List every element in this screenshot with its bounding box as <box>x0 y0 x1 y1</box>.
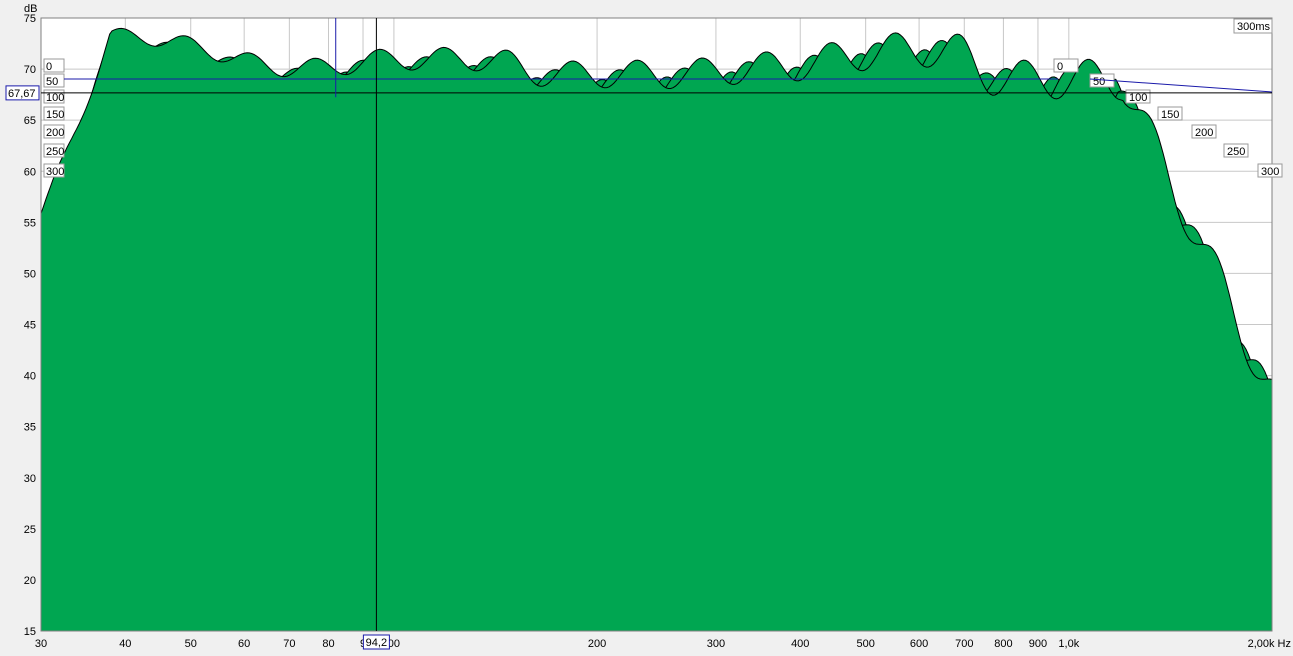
time-tick-left: 150 <box>43 106 65 121</box>
x-tick-label: 900 <box>1029 638 1047 650</box>
time-tick-label: 200 <box>1195 127 1213 139</box>
x-tick-label: 400 <box>791 638 809 650</box>
cursor-x-text: 94,2 <box>366 637 387 649</box>
y-tick-label: 30 <box>24 473 36 485</box>
x-tick-label: 30 <box>35 638 47 650</box>
time-tick-label: 50 <box>46 76 58 88</box>
x-tick-label: 700 <box>955 638 973 650</box>
y-tick-label: 45 <box>24 320 36 332</box>
time-tick-left: 200 <box>43 124 65 139</box>
time-tick-label: 0 <box>46 61 52 73</box>
time-tick-label: 300 <box>46 166 64 178</box>
time-tick-right: 150 <box>1157 106 1183 121</box>
time-tick-left: 100 <box>43 89 65 104</box>
y-tick-label: 65 <box>24 115 36 127</box>
time-tick-right: 0 <box>1053 58 1079 73</box>
time-tick-label: 50 <box>1093 76 1105 88</box>
time-tick-right: 300 <box>1257 163 1283 178</box>
x-tick-label: 60 <box>238 638 250 650</box>
waterfall-chart: 0 0 50 50 100 100 150 150 200 200 250 250 300 300 300m… <box>0 0 1293 651</box>
y-tick-label: 60 <box>24 166 36 178</box>
x-tick-label: 70 <box>283 638 295 650</box>
time-tick-label: 100 <box>1129 92 1147 104</box>
cursor-x-readout: 94,2 <box>362 634 390 650</box>
cursor-y-readout: 67,67 <box>5 85 40 101</box>
time-tick-left: 300 <box>43 163 65 178</box>
y-tick-label: 35 <box>24 422 36 434</box>
x-tick-label: 80 <box>322 638 334 650</box>
time-tick-left: 0 <box>43 58 65 73</box>
cursor-y-text: 67,67 <box>8 88 36 100</box>
time-tick-left: 250 <box>43 143 65 158</box>
y-tick-label: 20 <box>24 575 36 587</box>
y-tick-label: 40 <box>24 371 36 383</box>
x-tick-label: 50 <box>185 638 197 650</box>
time-tick-label: 100 <box>46 92 64 104</box>
x-tick-label: 500 <box>856 638 874 650</box>
y-tick-label: 15 <box>24 626 36 638</box>
time-tick-label: 150 <box>46 109 64 121</box>
y-tick-label: 70 <box>24 64 36 76</box>
x-tick-label: 800 <box>994 638 1012 650</box>
time-axis-label: 300ms <box>1233 18 1273 34</box>
x-tick-label: 300 <box>707 638 725 650</box>
time-tick-label: 150 <box>1161 109 1179 121</box>
x-tick-label: 40 <box>119 638 131 650</box>
x-tick-label: 200 <box>588 638 606 650</box>
time-axis-text: 300ms <box>1237 21 1271 33</box>
y-tick-label: 75 <box>24 13 36 25</box>
x-tick-label: 2,00k Hz <box>1248 638 1291 650</box>
time-tick-right: 250 <box>1223 143 1249 158</box>
x-tick-label: 600 <box>910 638 928 650</box>
time-tick-right: 200 <box>1191 124 1217 139</box>
waterfall-plot[interactable]: 0 0 50 50 100 100 150 150 200 200 250 250 300 300 300m… <box>0 0 1293 651</box>
y-tick-label: 25 <box>24 524 36 536</box>
time-tick-label: 0 <box>1057 61 1063 73</box>
time-tick-right: 100 <box>1125 89 1151 104</box>
y-tick-label: 50 <box>24 268 36 280</box>
time-tick-label: 250 <box>1227 146 1245 158</box>
time-tick-left: 50 <box>43 73 65 88</box>
time-tick-label: 300 <box>1261 166 1279 178</box>
x-tick-label: 1,0k <box>1058 638 1079 650</box>
time-tick-label: 250 <box>46 146 64 158</box>
time-tick-right: 50 <box>1089 73 1115 88</box>
time-tick-label: 200 <box>46 127 64 139</box>
y-tick-label: 55 <box>24 217 36 229</box>
slice-area <box>41 28 1272 631</box>
